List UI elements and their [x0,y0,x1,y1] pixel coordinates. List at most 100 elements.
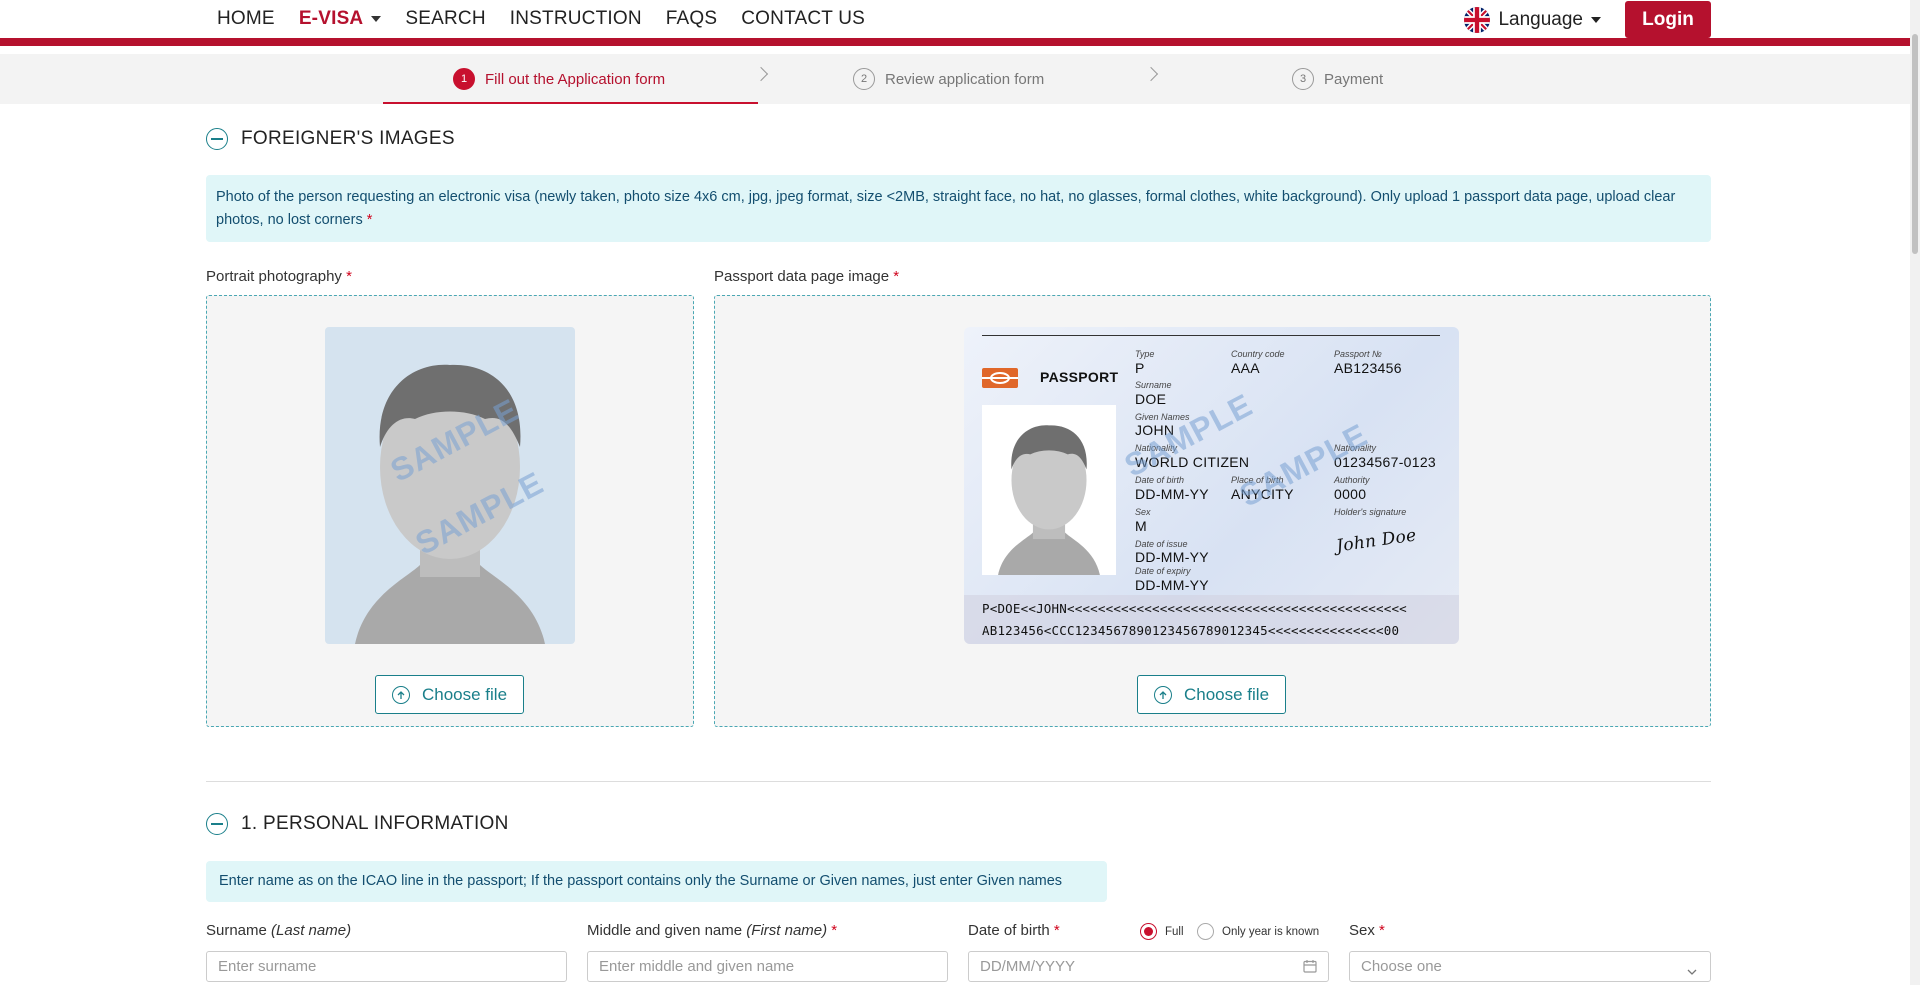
nav-evisa-label: E-VISA [298,8,364,29]
nav-faqs[interactable]: FAQS [666,8,717,30]
progress-stepper: 1 Fill out the Application form 2 Review… [0,54,1920,104]
passport-label: Passport data page image * [714,268,899,285]
mrz-line-2: AB123456<CCC1234567890123456789012345<<<… [982,623,1400,638]
pp-expiry-label: Date of expiry [1135,566,1191,576]
pp-surname: DOE [1135,391,1167,407]
dob-label-text: Date of birth [968,922,1050,939]
scrollbar-thumb[interactable] [1912,34,1918,254]
choose-file-label: Choose file [421,684,508,704]
given-name-label-text: Middle and given name [587,922,743,939]
nav-search-label: SEARCH [405,8,486,29]
passport-photo [982,405,1116,575]
pp-country-label: Country code [1231,349,1285,359]
pp-issue: DD-MM-YY [1135,549,1209,565]
required-mark: * [341,268,352,285]
images-info-box: Photo of the person requesting an electr… [206,175,1711,242]
required-mark: * [366,212,373,228]
step-label: Payment [1324,70,1384,88]
step-fill-form: 1 Fill out the Application form [453,54,665,104]
dob-year-only-label: Only year is known [1222,925,1320,938]
portrait-choose-file-button[interactable]: Choose file [375,675,524,714]
pp-number-label: Passport № [1334,349,1382,359]
passport-top-line [982,335,1440,336]
active-step-underline [383,102,758,104]
sex-label: Sex * [1349,922,1385,939]
mrz-line-1: P<DOE<<JOHN<<<<<<<<<<<<<<<<<<<<<<<<<<<<<… [982,601,1407,616]
uk-flag-icon [1464,6,1491,33]
images-info-text: Photo of the person requesting an electr… [216,189,1676,228]
section-title: FOREIGNER'S IMAGES [241,128,455,149]
surname-label: Surname (Last name) [206,922,351,939]
upload-icon [1153,685,1172,704]
nav-instruction-label: INSTRUCTION [509,8,642,29]
personal-section-header[interactable]: 1. PERSONAL INFORMATION [206,813,509,835]
collapse-icon[interactable] [206,128,228,150]
choose-file-label: Choose file [1183,684,1270,704]
login-button[interactable]: Login [1625,1,1711,38]
nav-search[interactable]: SEARCH [405,8,485,30]
nav-contact[interactable]: CONTACT US [741,8,865,30]
passport-label-text: Passport data page image [714,268,890,285]
upload-icon [391,685,410,704]
given-name-input[interactable] [587,951,948,982]
collapse-icon[interactable] [206,813,228,835]
chevron-right-icon [753,66,769,82]
pp-issue-label: Date of issue [1135,539,1188,549]
chevron-right-icon [1143,66,1159,82]
radio-dot [1197,923,1214,940]
surname-label-text: Surname [206,922,267,939]
pp-sex-label: Sex [1135,507,1151,517]
surname-hint: (Last name) [271,922,352,939]
pp-country: AAA [1231,360,1260,376]
step-number: 1 [453,68,475,90]
nav-faqs-label: FAQS [665,8,718,29]
nav-contact-label: CONTACT US [741,8,866,29]
required-mark: * [1049,922,1060,939]
chevron-down-icon [1686,959,1698,985]
passport-header: PASSPORT [1040,369,1119,385]
dob-label: Date of birth * [968,922,1060,939]
given-name-label: Middle and given name (First name) * [587,922,837,939]
required-mark: * [827,922,838,939]
section-title: 1. PERSONAL INFORMATION [241,813,509,834]
nav-evisa[interactable]: E-VISA [299,8,382,30]
dob-year-only-radio[interactable]: Only year is known [1197,923,1319,940]
language-selector[interactable]: Language [1464,6,1601,33]
passport-sample-image: PASSPORT Type P Country code AAA Passpor… [964,327,1459,644]
dob-full-label: Full [1165,925,1184,938]
portrait-sample-image: SAMPLE SAMPLE [325,327,575,644]
dob-field [968,951,1329,982]
pp-sex: M [1135,518,1147,534]
passport-choose-file-button[interactable]: Choose file [1137,675,1286,714]
step-number: 2 [853,68,875,90]
personal-info-text: Enter name as on the ICAO line in the pa… [219,873,1063,889]
portrait-label: Portrait photography * [206,268,352,285]
dob-full-radio[interactable]: Full [1140,923,1184,940]
sex-select[interactable]: Choose one [1349,951,1711,982]
surname-input[interactable] [206,951,567,982]
section-divider [206,781,1711,782]
sex-label-text: Sex [1349,922,1375,939]
pp-surname-label: Surname [1135,380,1172,390]
personal-info-box: Enter name as on the ICAO line in the pa… [206,861,1107,902]
main-menu: HOME E-VISA SEARCH INSTRUCTION FAQS CONT… [217,0,889,38]
step-review: 2 Review application form [853,54,1044,104]
pp-type: P [1135,360,1145,376]
nav-actions: Language Login [1464,1,1711,38]
pp-type-label: Type [1135,349,1155,359]
top-navbar: HOME E-VISA SEARCH INSTRUCTION FAQS CONT… [0,0,1920,46]
nav-instruction[interactable]: INSTRUCTION [510,8,642,30]
step-number: 3 [1292,68,1314,90]
step-label: Fill out the Application form [485,70,666,88]
chevron-down-icon [371,16,382,22]
pp-authority-label: Authority [1334,475,1370,485]
chevron-down-icon [1591,16,1601,23]
passport-emblem-icon [982,368,1018,388]
radio-dot [1140,923,1157,940]
nav-home[interactable]: HOME [217,8,275,30]
page-scrollbar[interactable] [1910,0,1920,985]
images-section-header[interactable]: FOREIGNER'S IMAGES [206,128,455,150]
dob-input[interactable] [968,951,1329,982]
pp-signature-label: Holder's signature [1334,507,1407,517]
calendar-icon[interactable] [1303,959,1317,978]
